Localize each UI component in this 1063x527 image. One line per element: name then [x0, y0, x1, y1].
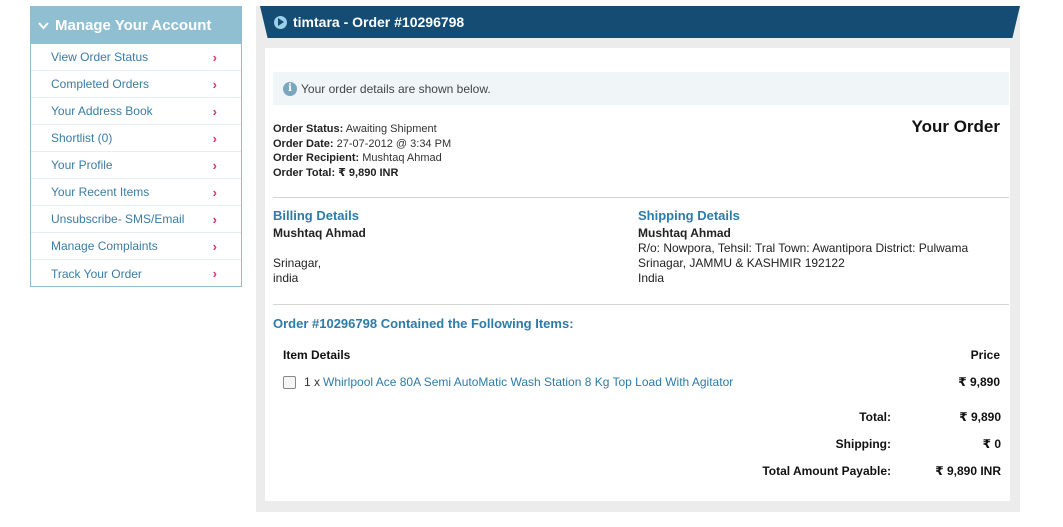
total-row: Total: ₹ 9,890	[762, 403, 1001, 430]
item-price: ₹ 9,890	[958, 375, 1000, 389]
shipping-label: Shipping:	[835, 436, 891, 451]
divider	[273, 197, 1009, 198]
items-title: Order #10296798 Contained the Following …	[273, 316, 574, 331]
shipping-line1: R/o: Nowpora, Tehsil: Tral Town: Awantip…	[638, 241, 969, 255]
table-row: 1 x Whirlpool Ace 80A Semi AutoMatic Was…	[283, 375, 1000, 389]
divider	[273, 304, 1009, 305]
chevron-right-icon: ›	[212, 157, 217, 173]
sidebar-item-label: Unsubscribe- SMS/Email	[51, 212, 185, 226]
sidebar-title: Manage Your Account	[55, 17, 212, 34]
sidebar-item-label: Track Your Order	[51, 266, 142, 281]
order-content: i Your order details are shown below. Or…	[265, 48, 1010, 501]
info-text: Your order details are shown below.	[301, 81, 491, 96]
play-icon	[274, 15, 287, 29]
sidebar-item-label: Completed Orders	[51, 77, 150, 91]
sidebar-item-label: Shortlist (0)	[51, 131, 113, 145]
shipping-row: Shipping: ₹ 0	[762, 430, 1001, 457]
sidebar-item-label: Your Profile	[51, 158, 113, 172]
sidebar-item-profile[interactable]: Your Profile ›	[31, 152, 241, 179]
shipping-name: Mushtaq Ahmad	[638, 226, 731, 240]
shipping-line2: Srinagar, JAMMU & KASHMIR 192122	[638, 256, 845, 270]
sidebar-item-label: Your Recent Items	[51, 185, 150, 199]
shipping-title: Shipping Details	[638, 208, 740, 223]
sidebar-item-shortlist[interactable]: Shortlist (0) ›	[31, 125, 241, 152]
chevron-right-icon: ›	[212, 266, 217, 281]
billing-name: Mushtaq Ahmad	[273, 226, 366, 240]
sidebar-item-manage-complaints[interactable]: Manage Complaints ›	[31, 233, 241, 260]
total-label: Total:	[859, 409, 891, 424]
order-date-label: Order Date:	[273, 137, 334, 150]
sidebar-item-view-order-status[interactable]: View Order Status ›	[31, 44, 241, 71]
chevron-right-icon: ›	[212, 103, 217, 119]
billing-city: Srinagar,	[273, 256, 322, 270]
sidebar-item-completed-orders[interactable]: Completed Orders ›	[31, 71, 241, 98]
col-item-details: Item Details	[283, 348, 351, 362]
sidebar-item-address-book[interactable]: Your Address Book ›	[31, 98, 241, 125]
sidebar-item-label: Manage Complaints	[51, 239, 158, 253]
order-status-label: Order Status:	[273, 123, 344, 135]
shipping-details: Shipping Details Mushtaq Ahmad R/o: Nowp…	[638, 208, 1008, 286]
order-total: ₹ 9,890 INR	[338, 166, 399, 179]
info-icon: i	[283, 81, 297, 96]
billing-address: Mushtaq Ahmad Srinagar, india	[273, 226, 613, 286]
account-sidebar: Manage Your Account View Order Status › …	[30, 6, 242, 287]
billing-country: india	[273, 271, 299, 285]
sidebar-header[interactable]: Manage Your Account	[31, 7, 241, 44]
sidebar-item-unsubscribe[interactable]: Unsubscribe- SMS/Email ›	[31, 206, 241, 233]
order-panel: timtara - Order #10296798 i Your order d…	[256, 6, 1020, 512]
billing-title: Billing Details	[273, 208, 359, 223]
order-summary: Order Status: Awaiting Shipment Order Da…	[273, 122, 451, 180]
shipping-address: Mushtaq Ahmad R/o: Nowpora, Tehsil: Tral…	[638, 226, 1008, 286]
billing-details: Billing Details Mushtaq Ahmad Srinagar, …	[273, 208, 613, 286]
sidebar-menu: View Order Status › Completed Orders › Y…	[31, 44, 241, 287]
chevron-right-icon: ›	[212, 211, 217, 227]
order-total-label: Order Total:	[273, 166, 336, 179]
order-status: Awaiting Shipment	[345, 123, 437, 135]
page-title: timtara - Order #10296798	[293, 14, 465, 30]
chevron-right-icon: ›	[212, 76, 217, 92]
chevron-right-icon: ›	[212, 184, 217, 200]
order-totals: Total: ₹ 9,890 Shipping: ₹ 0 Total Amoun…	[762, 403, 1001, 484]
payable-row: Total Amount Payable: ₹ 9,890 INR	[762, 457, 1001, 484]
payable-label: Total Amount Payable:	[762, 463, 891, 478]
chevron-down-icon	[37, 20, 49, 32]
sidebar-item-recent-items[interactable]: Your Recent Items ›	[31, 179, 241, 206]
order-recipient: Mushtaq Ahmad	[362, 152, 442, 164]
item-checkbox[interactable]	[283, 375, 296, 389]
shipping-country: India	[638, 271, 665, 285]
chevron-right-icon: ›	[212, 238, 217, 254]
billing-line1	[273, 241, 613, 256]
item-qty: 1 x	[304, 375, 321, 389]
info-message: i Your order details are shown below.	[273, 72, 1009, 105]
chevron-right-icon: ›	[212, 49, 217, 65]
sidebar-item-label: Your Address Book	[51, 104, 153, 118]
items-header: Item Details Price	[283, 348, 1000, 362]
item-name-link[interactable]: Whirlpool Ace 80A Semi AutoMatic Wash St…	[323, 375, 733, 389]
order-date: 27-07-2012 @ 3:34 PM	[336, 137, 452, 150]
shipping-value: ₹ 0	[982, 436, 1001, 451]
order-title-bar: timtara - Order #10296798	[260, 6, 1020, 38]
total-value: ₹ 9,890	[959, 409, 1001, 424]
chevron-right-icon: ›	[212, 130, 217, 146]
sidebar-item-track-order[interactable]: Track Your Order ›	[31, 260, 241, 287]
payable-value: ₹ 9,890 INR	[935, 463, 1001, 478]
your-order-heading: Your Order	[911, 117, 1000, 136]
sidebar-item-label: View Order Status	[51, 50, 149, 64]
order-recipient-label: Order Recipient:	[273, 152, 360, 164]
col-price: Price	[970, 348, 1000, 362]
